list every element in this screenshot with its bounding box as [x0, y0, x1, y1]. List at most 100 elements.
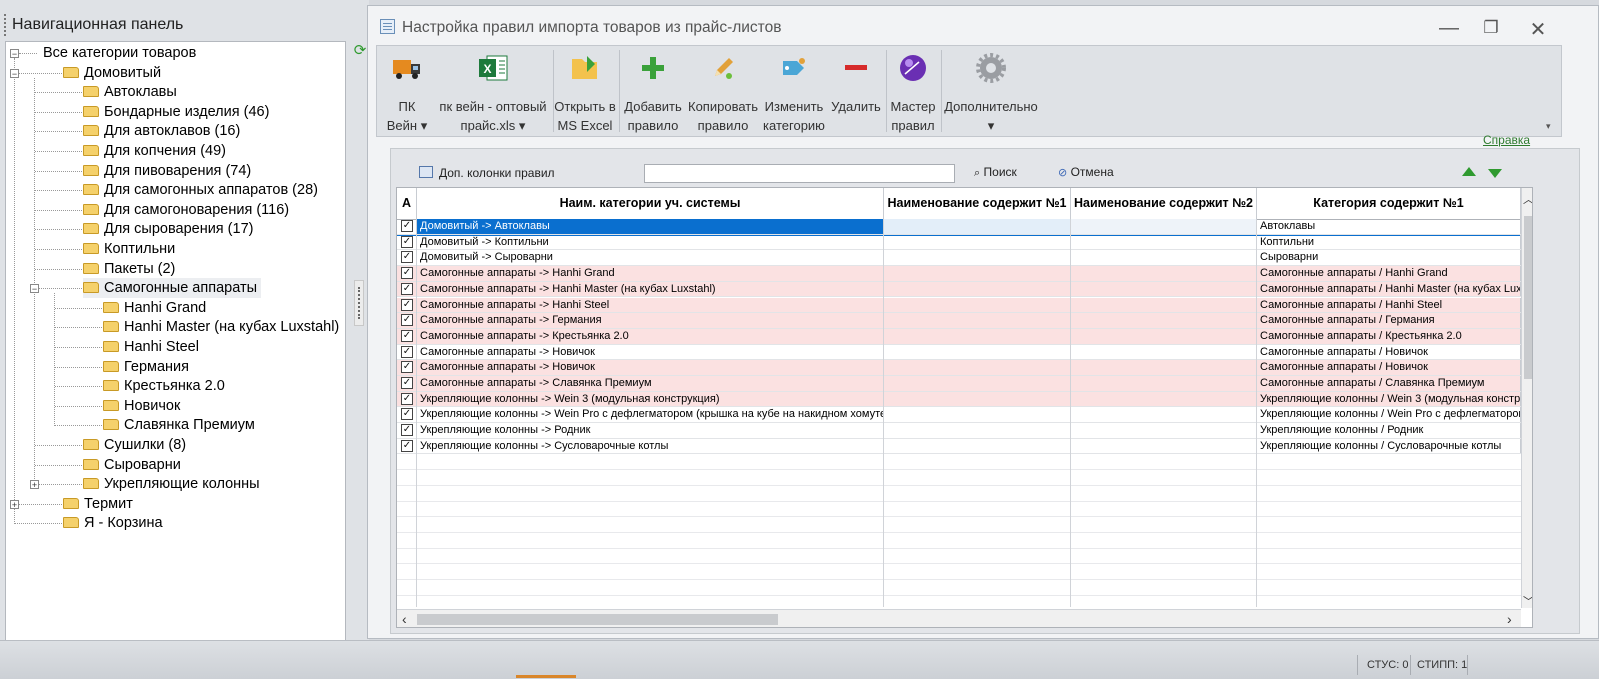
table-row[interactable]: ✓ Самогонные аппараты -> Германия Самогонн…: [397, 313, 1521, 329]
table-cell[interactable]: [1071, 376, 1257, 391]
table-cell[interactable]: Автоклавы: [1257, 219, 1521, 234]
row-checkbox[interactable]: ✓: [401, 329, 413, 342]
table-cell[interactable]: [1071, 281, 1257, 297]
row-checkbox[interactable]: ✓: [401, 361, 413, 374]
table-cell[interactable]: [1071, 344, 1257, 360]
close-button[interactable]: ✕: [1525, 17, 1551, 42]
ribbon-open-excel-button[interactable]: Открыть в MS Excel: [553, 46, 617, 136]
table-row[interactable]: ✓ Укрепляющие колонны -> Сусловарочные ко…: [397, 438, 1521, 455]
tree-node[interactable]: Термит: [63, 494, 137, 514]
table-cell[interactable]: [1071, 219, 1257, 234]
tree-node[interactable]: Hanhi Grand: [103, 298, 210, 318]
refresh-icon[interactable]: ⟳: [352, 43, 368, 59]
table-cell[interactable]: [1071, 266, 1257, 281]
search-button[interactable]: ⌕ Поиск: [974, 165, 1017, 180]
tree-node[interactable]: Бондарные изделия (46): [83, 102, 273, 122]
table-cell[interactable]: [1071, 297, 1257, 313]
ribbon-add-rule-button[interactable]: Добавить правило: [621, 46, 685, 136]
table-row[interactable]: ✓ Укрепляющие колонны -> Wein 3 (модульна…: [397, 391, 1521, 408]
table-cell[interactable]: [884, 344, 1071, 360]
category-tree[interactable]: Все категории товаров − − Домовитый Автоклав…: [5, 41, 346, 647]
table-cell[interactable]: Самогонные аппараты / Славянка Премиум: [1257, 376, 1521, 391]
table-cell[interactable]: [884, 391, 1071, 407]
table-cell[interactable]: Самогонные аппараты -> Германия: [417, 313, 884, 328]
table-row[interactable]: ✓ Укрепляющие колонны -> Родник Укрепляющи…: [397, 423, 1521, 439]
row-checkbox[interactable]: ✓: [401, 251, 413, 264]
row-checkbox[interactable]: ✓: [401, 298, 413, 311]
row-checkbox[interactable]: ✓: [401, 424, 413, 437]
tree-node[interactable]: Домовитый: [63, 63, 165, 83]
search-input[interactable]: [644, 164, 955, 183]
row-checkbox[interactable]: ✓: [401, 392, 413, 405]
table-cell[interactable]: [884, 438, 1071, 454]
table-cell[interactable]: Самогонные аппараты -> Новичок: [417, 360, 884, 375]
table-row[interactable]: ✓ Домовитый -> Коптильни Коптильни: [397, 234, 1521, 251]
table-cell[interactable]: [884, 297, 1071, 313]
tree-node[interactable]: Hanhi Steel: [103, 337, 203, 357]
table-cell[interactable]: [884, 376, 1071, 391]
tree-node[interactable]: Сыроварни: [83, 455, 185, 475]
tree-node[interactable]: Я - Корзина: [63, 513, 167, 533]
panel-grip[interactable]: [4, 14, 8, 36]
column-header[interactable]: А: [397, 188, 417, 219]
tree-node[interactable]: Автоклавы: [83, 82, 181, 102]
table-cell[interactable]: Укрепляющие колонны / Родник: [1257, 423, 1521, 438]
ribbon-rule-wizard-button[interactable]: Мастер правил: [887, 46, 939, 136]
tree-node[interactable]: Новичок: [103, 396, 184, 416]
table-cell[interactable]: Самогонные аппараты -> Крестьянка 2.0: [417, 328, 884, 344]
rules-grid[interactable]: А Наим. категории уч. системы Наименование…: [396, 187, 1533, 628]
column-header[interactable]: Наименование содержит №2: [1071, 188, 1257, 219]
cancel-search-button[interactable]: ⊘ Отмена: [1058, 165, 1114, 179]
table-row[interactable]: ✓ Самогонные аппараты -> Славянка Премиум…: [397, 376, 1521, 392]
table-row[interactable]: ✓ Самогонные аппараты -> Крестьянка 2.0 Са…: [397, 328, 1521, 345]
table-cell[interactable]: Укрепляющие колонны -> Wein Pro с дефлег…: [417, 407, 884, 423]
horizontal-scrollbar[interactable]: ‹ ›: [397, 609, 1521, 627]
tree-root[interactable]: Все категории товаров: [43, 43, 196, 63]
table-cell[interactable]: [884, 219, 1071, 234]
collapse-icon[interactable]: −: [10, 49, 19, 59]
table-cell[interactable]: Самогонные аппараты / Hanhi Master (на к…: [1257, 281, 1521, 297]
tree-node[interactable]: Для самогоноварения (116): [83, 200, 293, 220]
ribbon-pk-vein-xls-button[interactable]: Xпк вейн - оптовый прайс.xls ▾: [435, 46, 551, 136]
table-row[interactable]: ✓ Самогонные аппараты -> Новичок Самогонны…: [397, 360, 1521, 376]
table-cell[interactable]: Домовитый -> Коптильни: [417, 234, 884, 250]
table-cell[interactable]: Укрепляющие колонны / Wein 3 (модульная …: [1257, 391, 1521, 407]
row-checkbox[interactable]: ✓: [401, 345, 413, 358]
table-cell[interactable]: Коптильни: [1257, 234, 1521, 250]
tree-node[interactable]: Славянка Премиум: [103, 415, 259, 435]
table-cell[interactable]: Самогонные аппараты -> Hanhi Steel: [417, 297, 884, 313]
table-cell[interactable]: Укрепляющие колонны / Wein Pro с дефлегм…: [1257, 407, 1521, 423]
row-checkbox[interactable]: ✓: [401, 220, 413, 232]
scroll-left-icon[interactable]: ‹: [402, 611, 407, 627]
table-row[interactable]: ✓ Самогонные аппараты -> Новичок Самогонны…: [397, 344, 1521, 361]
row-checkbox[interactable]: ✓: [401, 314, 413, 327]
table-cell[interactable]: Сыроварни: [1257, 250, 1521, 266]
ribbon-more-button[interactable]: Дополнительно ▾: [943, 46, 1039, 136]
table-cell[interactable]: [884, 313, 1071, 328]
table-cell[interactable]: [884, 423, 1071, 438]
tree-node[interactable]: Германия: [103, 357, 193, 377]
table-cell[interactable]: [884, 281, 1071, 297]
column-header[interactable]: Наименование содержит №1: [884, 188, 1071, 219]
table-cell[interactable]: [1071, 234, 1257, 250]
tree-node[interactable]: Для самогонных аппаратов (28): [83, 180, 322, 200]
table-cell[interactable]: Укрепляющие колонны -> Wein 3 (модульная…: [417, 391, 884, 407]
minimize-button[interactable]: —: [1436, 17, 1462, 40]
scroll-up-icon[interactable]: ︿: [1523, 191, 1532, 207]
scroll-right-icon[interactable]: ›: [1507, 611, 1512, 627]
table-cell[interactable]: Самогонные аппараты / Hanhi Steel: [1257, 297, 1521, 313]
collapse-icon[interactable]: −: [30, 284, 39, 294]
extra-columns-button[interactable]: Доп. колонки правил: [419, 166, 555, 180]
table-cell[interactable]: [1071, 250, 1257, 266]
tree-node[interactable]: Коптильни: [83, 239, 179, 259]
table-cell[interactable]: [884, 360, 1071, 375]
table-cell[interactable]: [884, 407, 1071, 423]
table-cell[interactable]: Домовитый -> Сыроварни: [417, 250, 884, 266]
tree-node[interactable]: Hanhi Master (на кубах Luxstahl): [103, 317, 343, 337]
vertical-scrollbar[interactable]: ︿ ﹀: [1521, 188, 1532, 608]
table-cell[interactable]: Самогонные аппараты -> Hanhi Master (на …: [417, 281, 884, 297]
table-cell[interactable]: [1071, 391, 1257, 407]
tree-node[interactable]: Пакеты (2): [83, 259, 179, 279]
table-cell[interactable]: Самогонные аппараты / Германия: [1257, 313, 1521, 328]
panel-splitter[interactable]: [354, 280, 364, 326]
